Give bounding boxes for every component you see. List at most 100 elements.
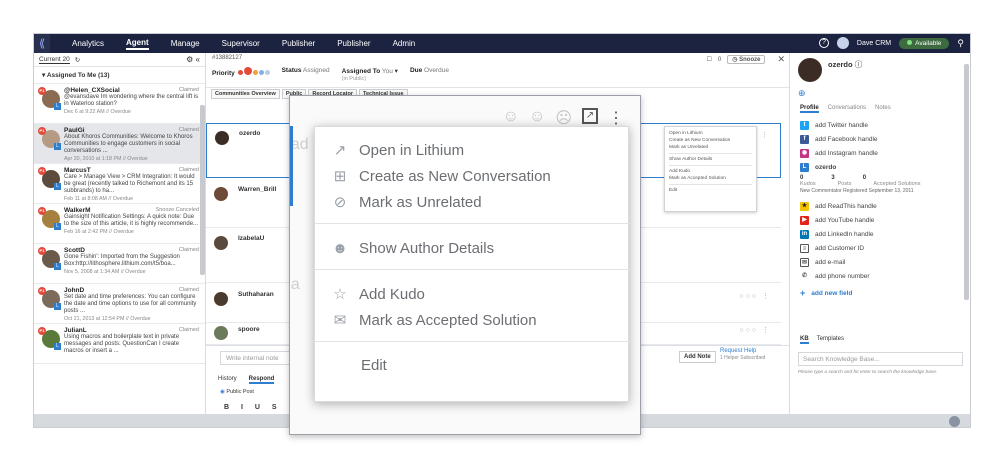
add-note-button[interactable]: Add Note [679,351,716,363]
smile-icon[interactable]: ☺ [503,108,519,128]
availability-toggle[interactable]: Available [899,37,950,49]
tab-templates[interactable]: Templates [817,336,844,344]
user-name[interactable]: Dave CRM [857,40,891,47]
more-vertical-icon[interactable]: ⋮ [608,108,624,128]
menu-item-kudo[interactable]: Add Kudo [669,168,752,175]
list-item[interactable]: P1 L @Helen_CXSocial Claimed @evansdave I… [34,84,205,124]
reaction-icons[interactable]: ○○○ ⋮ [739,326,771,334]
nav-supervisor[interactable]: Supervisor [222,39,260,48]
priority-field[interactable]: Priority [212,67,270,77]
current-view-label[interactable]: Current 20 [39,56,70,64]
readthis-row[interactable]: ★ add ReadThis handle [800,202,877,211]
assigned-group[interactable]: ▾ Assigned To Me (13) [34,67,205,84]
facebook-row[interactable]: f add Facebook handle [800,135,878,144]
create-conversation-label: Create as New Conversation [359,167,551,185]
tab-respond[interactable]: Respond [248,376,275,384]
nav-agent[interactable]: Agent [126,38,149,50]
list-item[interactable]: P1 L MarcusT Claimed Care > Manage View >… [34,164,205,204]
refresh-icon[interactable]: ↻ [75,56,80,64]
menu-item-accepted[interactable]: Mark as Accepted Solution [669,175,752,182]
frown-icon[interactable]: ☹ [555,108,572,128]
menu-item-open-in-lithium[interactable]: ↗ Open in Lithium [331,141,464,160]
community-badge-icon: L [54,263,61,270]
nav-publisher-2[interactable]: Publisher [337,39,370,48]
instagram-row[interactable]: ◉ add Instagram handle [800,149,878,158]
linkedin-icon: in [800,230,809,239]
priority-dot-icon [252,70,258,75]
info-icon[interactable]: ⓘ [855,60,863,69]
tab-profile[interactable]: Profile [800,105,819,113]
public-post-label: Public Post [226,389,254,395]
nav-admin[interactable]: Admin [393,39,416,48]
nav-analytics[interactable]: Analytics [72,39,104,48]
list-item[interactable]: P1 L JulianL Claimed Using macros and boi… [34,324,205,364]
chat-bubble-icon: ✉ [333,312,347,329]
sidebar-scrollbar[interactable] [200,105,205,275]
menu-item-show-author[interactable]: ☻ Show Author Details [331,239,494,257]
reaction-icons[interactable]: ○○○ ⋮ [739,292,771,300]
settings-icon[interactable]: ⚙ « [186,55,200,64]
request-help-label: Request Help [720,348,757,354]
due-field[interactable]: Due Overdue [410,67,449,74]
expand-icon[interactable]: ↗ [582,108,598,124]
search-icon[interactable]: ⚲ [957,38,964,49]
community-name: ozerdo [815,164,837,171]
list-item[interactable]: P1 L JohnD Claimed Set date and time pref… [34,284,205,324]
close-icon[interactable]: ✕ [777,54,785,65]
menu-item-edit[interactable]: Edit [361,357,387,374]
community-badge-icon: L [54,303,61,310]
neutral-icon[interactable]: ☺ [529,108,545,128]
assigned-field[interactable]: Assigned To You ▾ (in Public) [342,67,398,82]
nav-manage[interactable]: Manage [171,39,200,48]
community-row[interactable]: Lozerdo [800,163,836,172]
app-logo-icon[interactable]: ⟪ [34,34,50,53]
snooze-button[interactable]: ◷ Snooze [727,55,766,64]
tab-notes[interactable]: Notes [875,105,891,113]
ticket-count: 0 [717,56,722,63]
star-icon: ☆ [333,286,347,303]
priority-badge: P1 [38,207,46,215]
add-icon[interactable]: ⊕ [798,88,806,99]
message-author: ozerdo [239,130,261,137]
public-post-radio[interactable]: ◉ Public Post [220,389,254,395]
phone-icon: ✆ [801,273,808,279]
status-field[interactable]: Status Assigned [282,67,330,74]
add-field-row[interactable]: + add new field [800,288,852,298]
menu-item-accepted-solution[interactable]: ✉ Mark as Accepted Solution [331,311,537,330]
tab-kb[interactable]: KB [800,336,809,344]
email-row[interactable]: ✉ add e-mail [800,258,845,267]
author-stats: 030 Kudos Posts Accepted Solutions New Com… [800,175,970,194]
bookmark-icon[interactable]: ☐ [706,56,711,63]
phone-row[interactable]: ✆ add phone number [800,272,870,281]
menu-item-unrelated[interactable]: Mark as Unrelated [669,144,752,151]
right-scrollbar[interactable] [964,64,969,300]
help-icon[interactable]: ? [818,38,829,48]
menu-item-edit[interactable]: Edit [669,187,752,194]
user-icon[interactable] [949,416,960,427]
menu-item-author[interactable]: Show Author Details [669,156,752,163]
menu-item-add-kudo[interactable]: ☆ Add Kudo [331,285,425,304]
request-help-button[interactable]: Request Help 1 Helper Subscribed [720,348,765,362]
linkedin-row[interactable]: in add LinkedIn handle [800,230,874,239]
editor-toolbar[interactable]: B I U S " [224,404,297,411]
tab-history[interactable]: History [218,376,237,384]
tab-conversations[interactable]: Conversations [828,105,866,113]
youtube-row[interactable]: ▶ add YouTube handle [800,216,874,225]
conversation-meta: Nov 5, 2008 at 1:34 AM // Overdue [64,269,146,275]
twitter-row[interactable]: t add Twitter handle [800,121,868,130]
tag-communities-overview[interactable]: Communities Overview [211,89,280,99]
list-item[interactable]: P1 L ScottD Claimed Gone Fishin': Importe… [34,244,205,284]
menu-divider [315,341,630,342]
customer-id-row[interactable]: ≡ add Customer ID [800,244,864,253]
menu-item-mark-unrelated[interactable]: ⊘ Mark as Unrelated [331,193,482,212]
list-item[interactable]: P1 L PaulGi Claimed About Khoros Communit… [34,124,205,164]
menu-item-create[interactable]: Create as New Conversation [669,137,752,144]
nav-publisher-1[interactable]: Publisher [282,39,315,48]
conversation-snippet: About Khoros Communities: Welcome to Kho… [64,134,193,154]
kb-search-input[interactable]: Search Knowledge Base... [798,352,963,366]
list-item[interactable]: P1 L WalkerM Snooze Canceled Gainsight No… [34,204,205,244]
status-value: Assigned [302,67,330,74]
menu-item-create-conversation[interactable]: ⊞ Create as New Conversation [331,167,551,186]
menu-item-open[interactable]: Open in Lithium [669,130,752,137]
user-avatar[interactable] [836,37,849,49]
